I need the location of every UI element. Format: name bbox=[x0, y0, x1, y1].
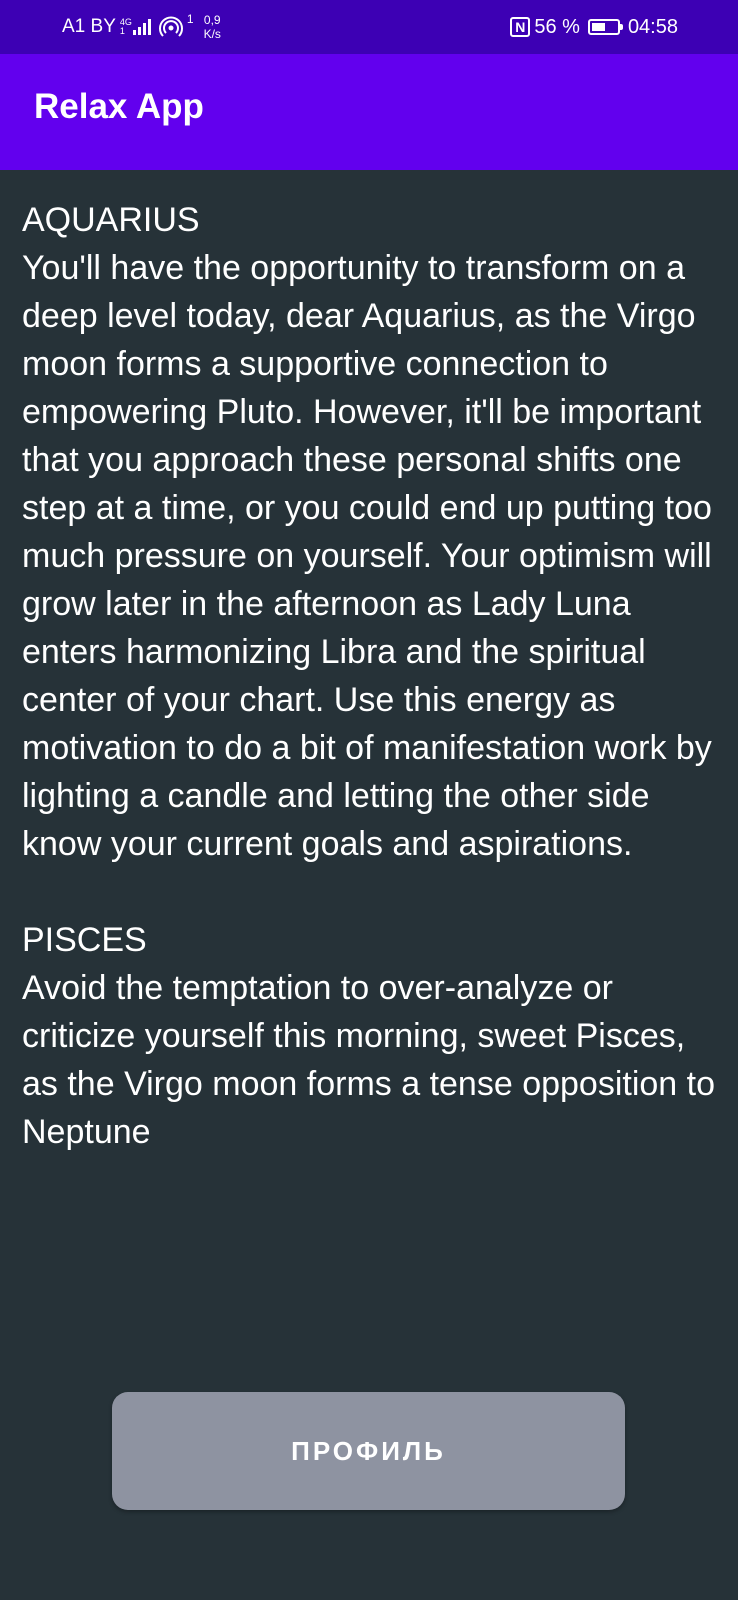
status-left: A1 BY 4G 1 1 0,9 K/s bbox=[62, 0, 221, 54]
battery-percent: 56 % bbox=[534, 15, 580, 38]
battery-level bbox=[591, 23, 606, 31]
carrier-label: A1 BY bbox=[62, 16, 116, 37]
signal-icon bbox=[132, 19, 151, 35]
app-title: Relax App bbox=[34, 87, 204, 126]
speed-unit: K/s bbox=[203, 27, 221, 41]
hotspot-icon bbox=[158, 16, 183, 37]
horoscope-text[interactable]: AQUARIUS You'll have the opportunity to … bbox=[22, 196, 722, 1290]
profile-button[interactable]: ПРОФИЛЬ bbox=[112, 1392, 625, 1510]
clock: 04:58 bbox=[627, 15, 678, 38]
network-type-bottom: 1 bbox=[119, 26, 125, 36]
speed-value: 0,9 bbox=[203, 13, 221, 27]
status-right: N 56 % 04:58 bbox=[510, 0, 678, 54]
app-bar: Relax App bbox=[0, 54, 738, 170]
nfc-icon: N bbox=[510, 17, 531, 37]
network-type: 4G 1 bbox=[120, 18, 132, 36]
hotspot-count: 1 bbox=[186, 12, 194, 26]
status-bar: A1 BY 4G 1 1 0,9 K/s N 56 % 04:58 bbox=[0, 0, 738, 54]
network-speed: 0,9 K/s bbox=[204, 13, 221, 41]
battery-charging-icon bbox=[587, 19, 623, 35]
